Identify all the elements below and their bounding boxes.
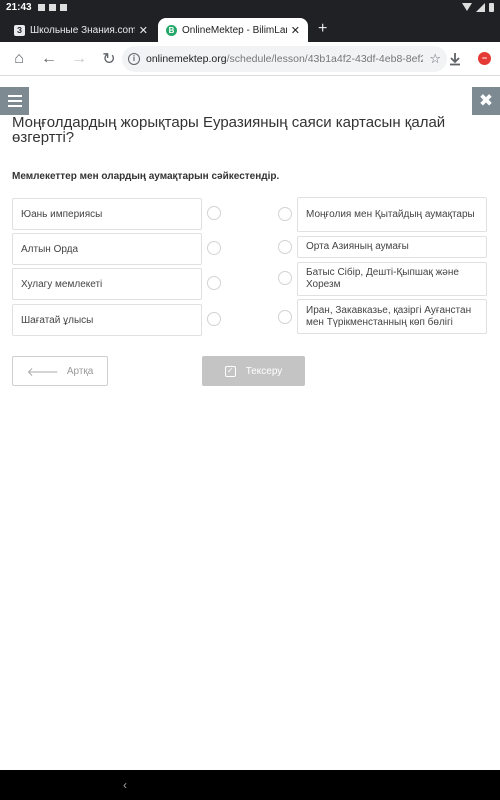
left-match-radio[interactable] (207, 206, 221, 220)
right-item[interactable]: Орта Азияның аумағы (297, 236, 487, 258)
address-bar[interactable]: i onlinemektep.org/schedule/lesson/43b1a… (122, 46, 447, 72)
hamburger-icon-line (7, 100, 22, 102)
check-button[interactable]: ✓ Тексеру (202, 356, 305, 386)
back-arrow-icon[interactable]: ← (34, 44, 64, 74)
question-title: Моңғолдардың жорықтары Еуразияның саяси … (12, 114, 446, 146)
system-back-icon[interactable]: ‹ (123, 778, 127, 792)
url-path: /schedule/lesson/43b1a4f2-43df-4eb8-8ef2 (226, 53, 424, 65)
right-match-radio[interactable] (278, 271, 292, 285)
close-lesson-button[interactable]: ✖ (472, 87, 500, 115)
notification-icon (37, 3, 45, 11)
tab-close-icon[interactable]: ✕ (291, 24, 300, 37)
signal-icon (476, 2, 485, 12)
menu-button[interactable] (0, 87, 29, 115)
right-item[interactable]: Батыс Сібір, Дешті-Қыпшақ және Хорезм (297, 262, 487, 296)
tab-strip: З Школьные Знания.com - Ре ✕ B OnlineMek… (0, 14, 500, 42)
url-host: onlinemektep.org (146, 53, 227, 65)
left-match-radio[interactable] (207, 276, 221, 290)
right-item[interactable]: Моңғолия мен Қытайдың аумақтары (297, 197, 487, 232)
arrow-left-icon: 🡐 (26, 364, 59, 379)
checkbox-icon: ✓ (224, 365, 236, 377)
tab-title: OnlineMektep - BilimLand (182, 24, 287, 36)
system-icons (462, 2, 494, 12)
forward-arrow-icon[interactable]: → (64, 44, 94, 74)
left-item[interactable]: Хулагу мемлекеті (12, 268, 202, 300)
tab-title: Школьные Знания.com - Ре (30, 24, 135, 36)
back-button-label: Артқа (66, 365, 94, 377)
znania-favicon-icon: З (14, 24, 25, 36)
onlinemektep-favicon-icon: B (166, 24, 177, 36)
left-match-radio[interactable] (207, 241, 221, 255)
notification-icon (48, 3, 56, 11)
status-bar: 21:43 (0, 0, 500, 14)
status-time: 21:43 (6, 1, 32, 13)
home-icon[interactable]: ⌂ (4, 44, 34, 74)
right-match-radio[interactable] (278, 240, 292, 254)
left-match-radio[interactable] (207, 312, 221, 326)
new-tab-button[interactable]: + (318, 20, 327, 38)
notification-icon (59, 3, 67, 11)
download-icon[interactable] (448, 52, 462, 66)
right-match-radio[interactable] (278, 310, 292, 324)
reload-icon[interactable]: ↻ (94, 44, 124, 74)
system-nav-bar: ‹ (0, 770, 500, 800)
tab-onlinemektep[interactable]: B OnlineMektep - BilimLand ✕ (158, 18, 308, 42)
battery-icon (489, 2, 494, 12)
right-match-radio[interactable] (278, 207, 292, 221)
site-info-icon[interactable]: i (128, 53, 140, 65)
tab-znania[interactable]: З Школьные Знания.com - Ре ✕ (6, 18, 156, 42)
instruction-text: Мемлекеттер мен олардың аумақтарын сәйке… (12, 171, 280, 182)
browser-toolbar: ⌂ ← → ↻ i onlinemektep.org/schedule/less… (0, 42, 500, 76)
right-item[interactable]: Иран, Закавказье, қазіргі Ауғанстан мен … (297, 299, 487, 334)
back-button[interactable]: 🡐 Артқа (12, 356, 108, 386)
left-item[interactable]: Юань империясы (12, 198, 202, 230)
bookmark-star-icon[interactable]: ☆ (429, 51, 441, 67)
url-text[interactable]: onlinemektep.org/schedule/lesson/43b1a4f… (146, 53, 423, 65)
profile-alert-icon[interactable]: − (478, 52, 491, 65)
notification-icons (37, 3, 67, 11)
wifi-icon (462, 3, 472, 11)
check-button-label: Тексеру (245, 365, 283, 377)
left-item[interactable]: Алтын Орда (12, 233, 202, 265)
left-item[interactable]: Шағатай ұлысы (12, 304, 202, 336)
hamburger-icon-line (7, 95, 22, 97)
hamburger-icon-line (7, 105, 22, 107)
tab-close-icon[interactable]: ✕ (139, 24, 148, 37)
